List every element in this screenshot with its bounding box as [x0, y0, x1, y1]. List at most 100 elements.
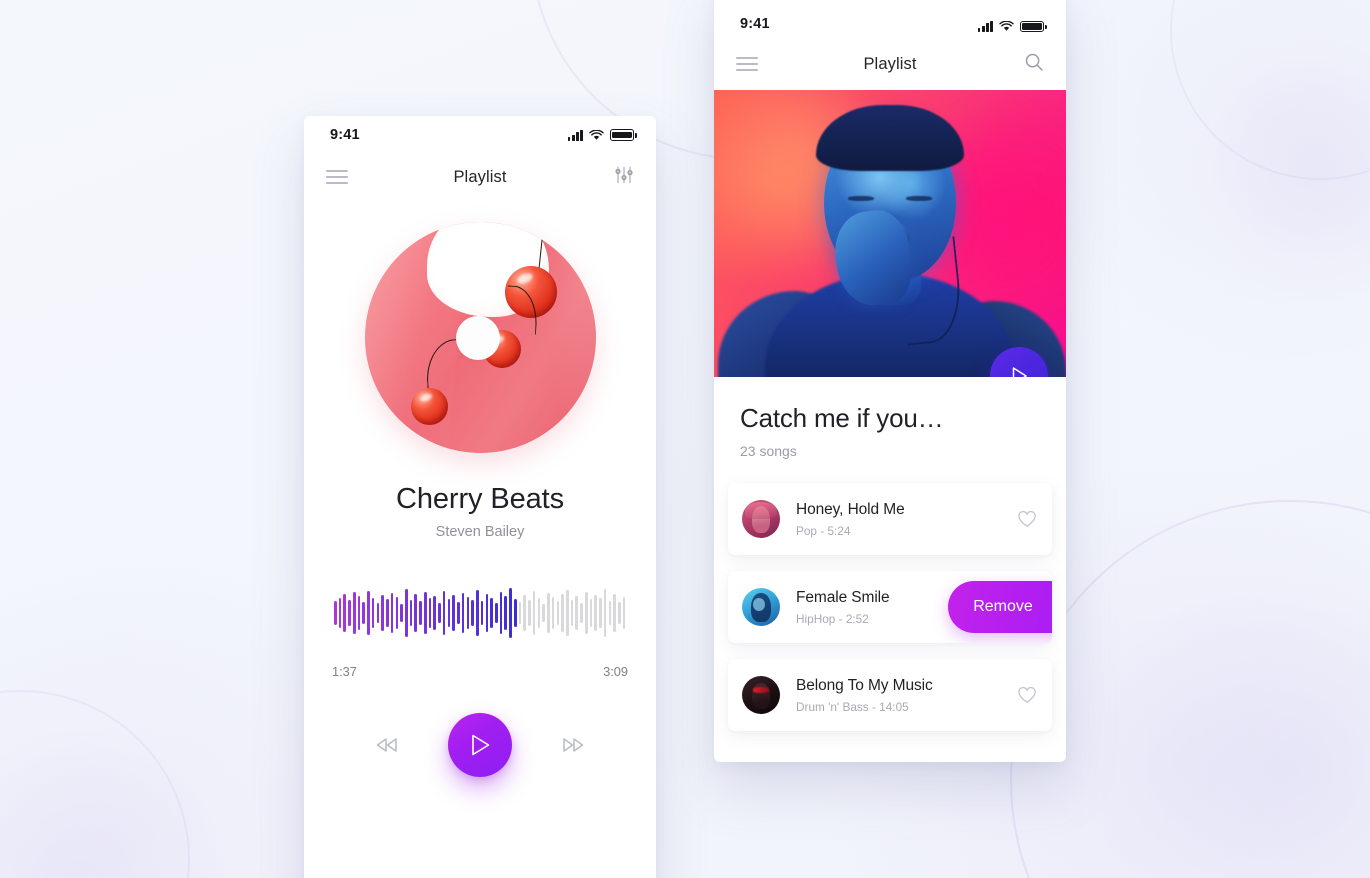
background-blob — [0, 720, 240, 878]
waveform-bar — [386, 599, 389, 627]
signal-bars-icon — [977, 20, 993, 32]
waveform-bar — [390, 593, 394, 633]
status-bar-icons — [977, 20, 1047, 32]
waveform-bar — [442, 591, 446, 635]
hamburger-menu-icon[interactable] — [736, 57, 758, 71]
hamburger-menu-icon[interactable] — [326, 170, 348, 184]
waveform-bar — [584, 592, 588, 634]
playlist-cover-photo — [714, 90, 1066, 377]
waveform-bar — [556, 601, 560, 625]
song-subtitle: Pop - 5:24 — [796, 523, 851, 538]
song-title: Honey, Hold Me — [796, 500, 905, 518]
waveform-seek-bar[interactable] — [334, 582, 626, 644]
waveform-bar — [376, 603, 380, 623]
playlist-header: Catch me if you… 23 songs — [714, 377, 1066, 463]
waveform-bar — [471, 600, 474, 626]
background-blob — [1180, 30, 1370, 310]
waveform-bar — [414, 594, 418, 632]
waveform-bar — [352, 592, 356, 634]
remove-song-button[interactable]: Remove — [948, 581, 1052, 633]
battery-full-icon — [1020, 20, 1047, 32]
waveform-bar — [561, 594, 564, 632]
waveform-bar — [580, 603, 583, 623]
waveform-bar — [565, 590, 569, 636]
song-list-item[interactable]: Female Smile HipHop - 2:52 Remove — [728, 571, 1052, 643]
waveform-bar — [438, 603, 441, 623]
total-time: 3:09 — [603, 664, 628, 679]
waveform-bar — [461, 593, 465, 633]
waveform-bar — [518, 602, 522, 624]
playlist-song-count: 23 songs — [740, 443, 797, 459]
signal-bars-icon — [567, 129, 583, 141]
rewind-icon[interactable] — [370, 728, 404, 762]
waveform-bar — [433, 596, 437, 630]
waveform-bar — [452, 595, 455, 631]
track-title: Cherry Beats — [395, 483, 565, 515]
waveform-bar — [480, 601, 484, 625]
now-playing-screen: 9:41 Playlist Cherry Beats Steven Bailey… — [304, 116, 656, 878]
waveform-bar — [599, 598, 602, 628]
waveform-bar — [400, 604, 403, 622]
waveform-bar — [395, 597, 399, 629]
waveform-bar — [608, 601, 612, 625]
waveform-bar — [334, 601, 337, 625]
status-bar-time: 9:41 — [330, 127, 360, 143]
waveform-bar — [466, 597, 470, 629]
cherry-beats-album-art — [364, 222, 596, 453]
track-artist: Steven Bailey — [435, 524, 525, 540]
waveform-bar — [547, 593, 550, 633]
background-blob — [1080, 560, 1370, 878]
waveform-bar — [447, 599, 451, 627]
wifi-icon — [999, 20, 1014, 31]
waveform-bar — [509, 588, 512, 638]
play-icon — [472, 734, 490, 756]
app-mockup-canvas: 9:41 Playlist Cherry Beats Steven Bailey… — [0, 0, 1370, 878]
singer-illustration — [714, 90, 1066, 377]
waveform-bar — [575, 596, 579, 630]
background-ring — [0, 690, 190, 878]
status-bar: 9:41 — [304, 116, 656, 154]
waveform-bar — [528, 600, 531, 626]
waveform-bar — [362, 602, 365, 624]
wifi-icon — [589, 129, 604, 140]
play-button[interactable] — [448, 713, 512, 777]
waveform-bar — [603, 589, 607, 637]
player-controls — [304, 713, 656, 777]
waveform-bar — [570, 600, 574, 626]
waveform-bar — [476, 590, 479, 636]
page-title: Playlist — [453, 167, 507, 186]
song-avatar-female-smile — [742, 588, 780, 626]
status-bar-icons — [567, 129, 637, 141]
waveform-bar — [367, 591, 370, 635]
nav-bar: Playlist — [304, 154, 656, 200]
waveform-bar — [622, 597, 626, 629]
waveform-bar — [338, 598, 342, 628]
heart-outline-icon[interactable] — [1016, 508, 1038, 530]
search-icon[interactable] — [1024, 52, 1044, 77]
nav-bar: Playlist — [714, 38, 1066, 90]
waveform-bar — [419, 601, 422, 625]
waveform-bar — [523, 595, 526, 631]
song-list-item[interactable]: Belong To My Music Drum 'n' Bass - 14:05 — [728, 659, 1052, 731]
waveform-bar — [381, 595, 384, 631]
equalizer-sliders-icon[interactable] — [614, 165, 634, 190]
waveform-bar — [343, 594, 347, 632]
album-art-container — [304, 222, 656, 453]
waveform-bar — [405, 589, 408, 637]
song-subtitle: Drum 'n' Bass - 14:05 — [796, 699, 909, 714]
waveform-bar — [371, 598, 375, 628]
disc-center-hole — [456, 315, 500, 360]
waveform-bar — [537, 598, 541, 628]
waveform-bar — [589, 599, 593, 627]
waveform-bar — [594, 595, 597, 631]
waveform-bar — [513, 599, 517, 627]
battery-full-icon — [610, 129, 637, 141]
waveform-bar — [494, 603, 498, 623]
waveform-bar — [504, 596, 508, 630]
song-title: Belong To My Music — [796, 676, 933, 694]
waveform-bar — [499, 592, 503, 634]
waveform-bar — [409, 600, 413, 626]
fast-forward-icon[interactable] — [556, 728, 590, 762]
heart-outline-icon[interactable] — [1016, 684, 1038, 706]
song-list-item[interactable]: Honey, Hold Me Pop - 5:24 — [728, 483, 1052, 555]
